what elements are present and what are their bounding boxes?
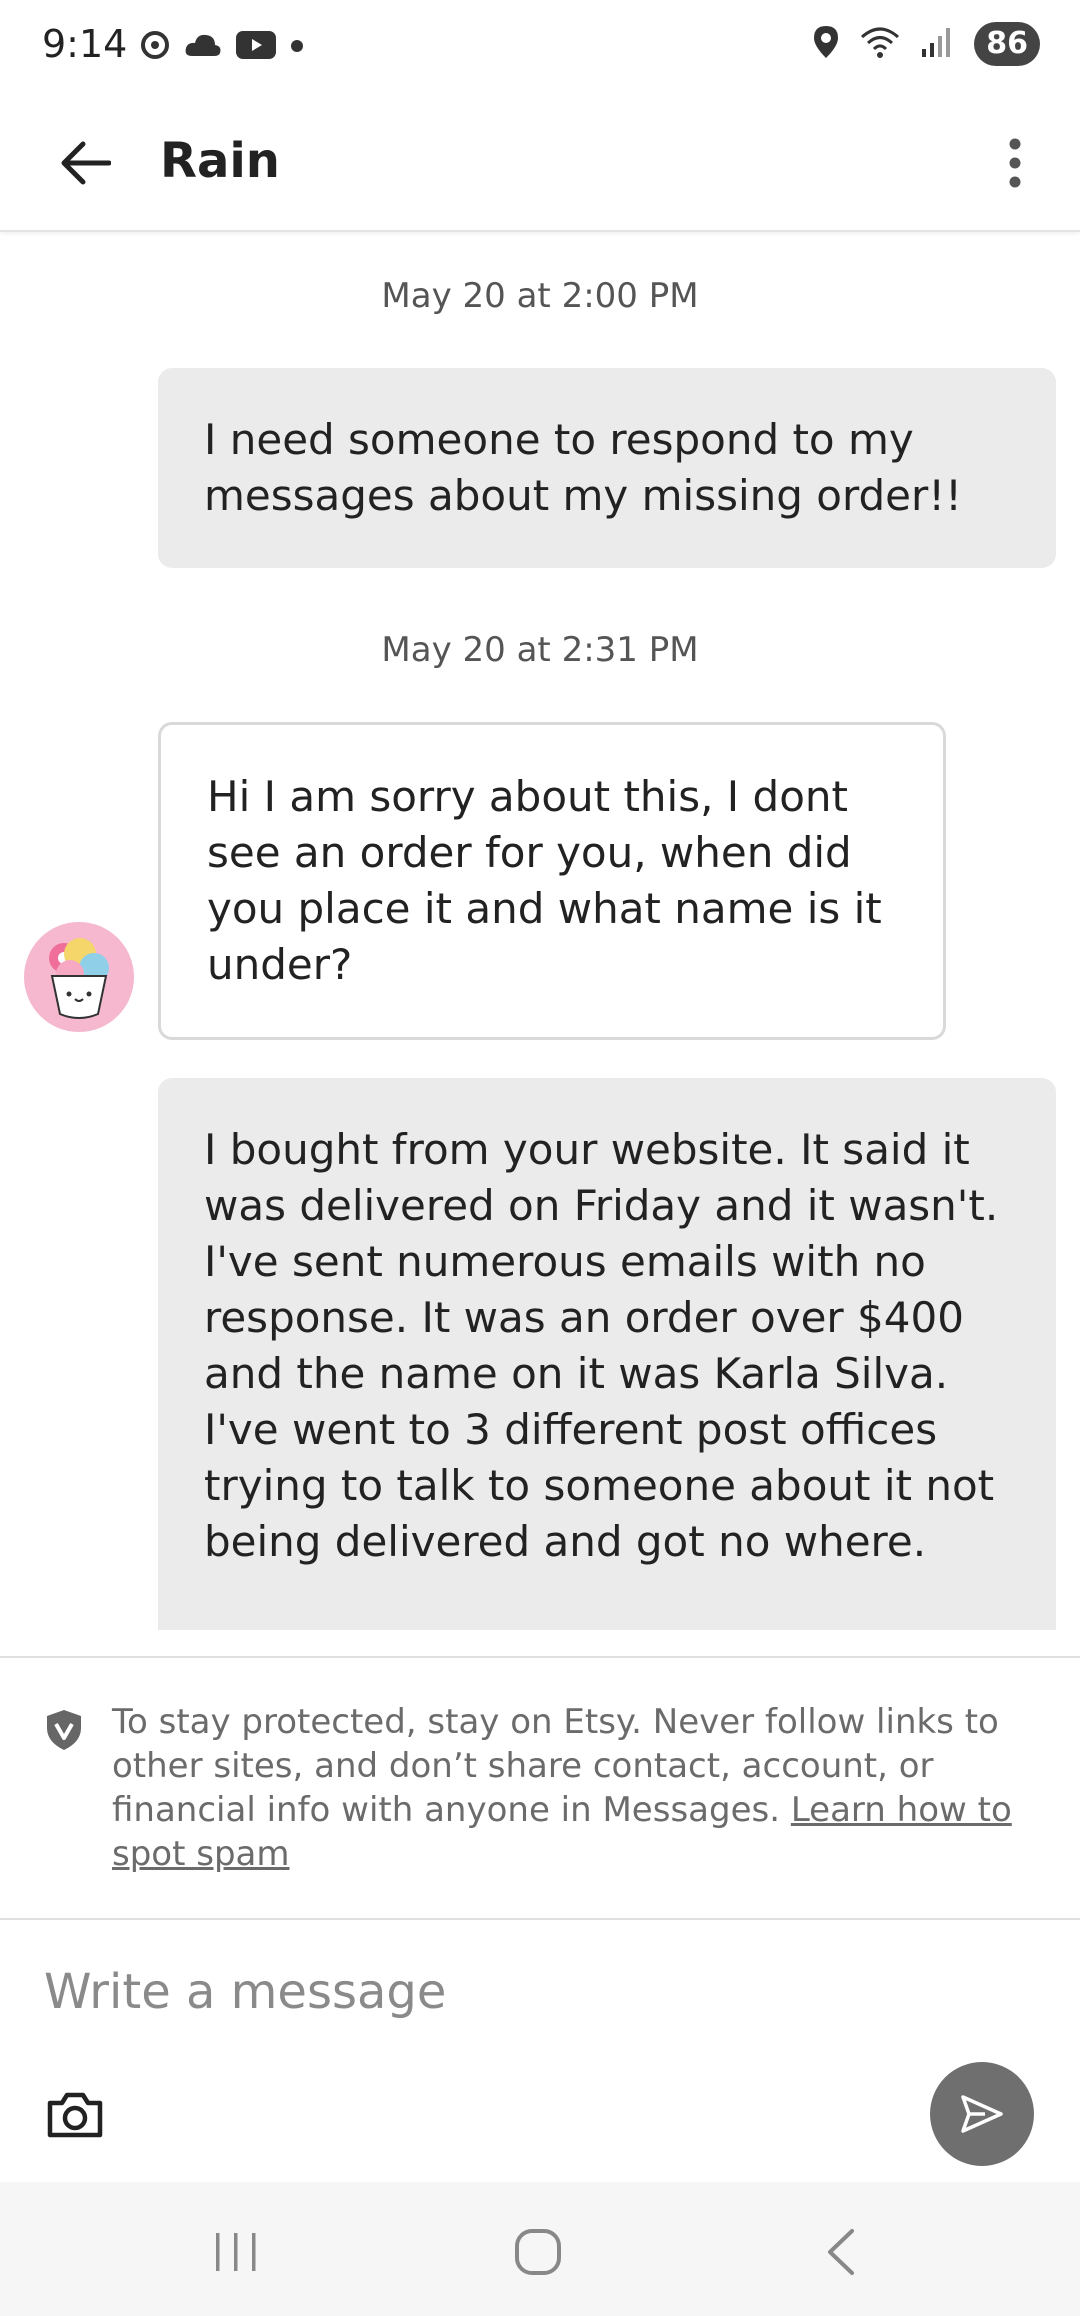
system-nav-bar	[0, 2182, 1080, 2316]
safety-notice-text: To stay protected, stay on Etsy. Never f…	[112, 1700, 1052, 1876]
conversation-title: Rain	[160, 133, 280, 189]
chrome-icon	[140, 30, 170, 64]
recent-apps-icon	[216, 2233, 256, 2271]
conversation[interactable]: May 20 at 2:00 PM I need someone to resp…	[0, 232, 1080, 1656]
message-composer	[0, 1920, 1080, 2182]
status-left-icons	[140, 30, 304, 64]
message-timestamp: May 20 at 2:00 PM	[381, 276, 699, 316]
message-input[interactable]	[44, 1964, 944, 2020]
arrow-left-icon	[61, 141, 111, 185]
signal-icon	[920, 25, 954, 63]
send-icon	[961, 2095, 1003, 2133]
received-message[interactable]: Hi I am sorry about this, I dont see an …	[158, 722, 946, 1040]
status-time: 9:14	[42, 22, 128, 66]
status-right-icons: 86	[812, 22, 1040, 66]
status-bar: 9:14 86	[0, 0, 1080, 96]
back-button[interactable]	[50, 128, 120, 198]
cloud-icon	[184, 32, 222, 62]
ice-cream-avatar-icon	[49, 938, 109, 1019]
safety-notice: To stay protected, stay on Etsy. Never f…	[0, 1656, 1080, 1920]
wifi-icon	[860, 25, 900, 63]
back-icon	[828, 2229, 854, 2275]
location-icon	[812, 24, 840, 64]
home-icon	[515, 2229, 561, 2275]
camera-icon	[47, 2092, 103, 2138]
more-vertical-icon	[1009, 138, 1021, 188]
sent-message[interactable]: I bought from your website. It said it w…	[158, 1078, 1056, 1630]
battery-indicator: 86	[974, 22, 1040, 66]
sent-message[interactable]: I need someone to respond to my messages…	[158, 368, 1056, 568]
home-button[interactable]	[498, 2212, 578, 2292]
dot-icon	[290, 38, 304, 57]
shield-icon	[44, 1708, 84, 1756]
camera-button[interactable]	[40, 2080, 110, 2150]
app-bar: Rain	[0, 96, 1080, 232]
nav-back-button[interactable]	[800, 2212, 880, 2292]
recent-apps-button[interactable]	[196, 2212, 276, 2292]
shop-avatar[interactable]	[24, 922, 134, 1032]
more-options-button[interactable]	[980, 128, 1050, 198]
message-timestamp: May 20 at 2:31 PM	[381, 630, 699, 670]
send-button[interactable]	[930, 2062, 1034, 2166]
youtube-icon	[236, 31, 276, 63]
